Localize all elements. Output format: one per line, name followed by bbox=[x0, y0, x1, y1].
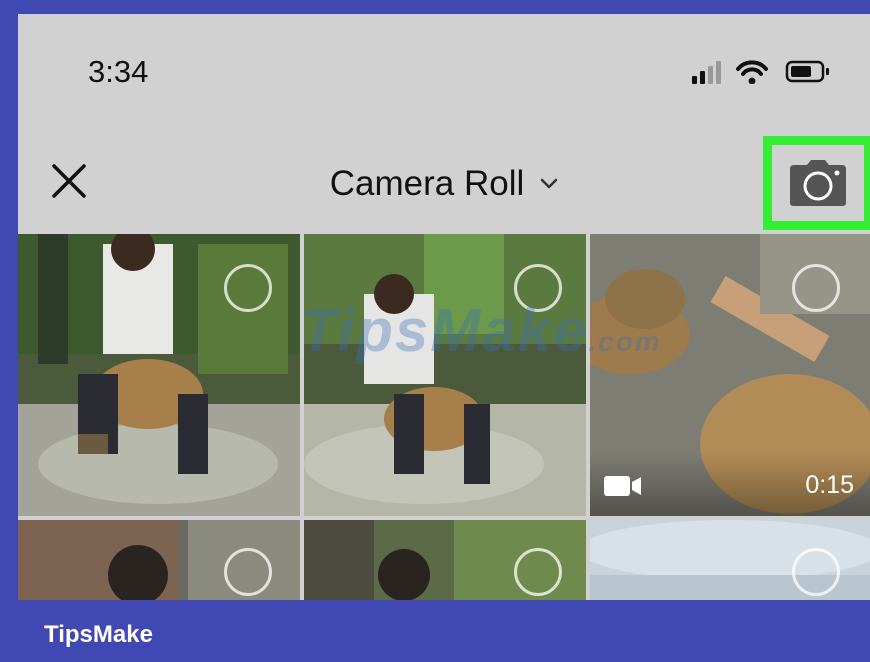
video-duration: 0:15 bbox=[805, 471, 854, 499]
grid-item-photo[interactable] bbox=[590, 520, 870, 600]
grid-item-photo[interactable] bbox=[304, 234, 586, 516]
select-circle[interactable] bbox=[792, 548, 840, 596]
select-circle[interactable] bbox=[224, 264, 272, 312]
grid-item-photo[interactable] bbox=[304, 520, 586, 600]
chevron-down-icon bbox=[541, 178, 558, 189]
grid-item-photo[interactable] bbox=[18, 234, 300, 516]
title-area: Camera Roll bbox=[18, 164, 870, 204]
video-camera-icon bbox=[604, 476, 641, 496]
grid-item-photo[interactable] bbox=[18, 520, 300, 600]
select-circle[interactable] bbox=[792, 264, 840, 312]
watermark: TipsMake.com bbox=[300, 297, 662, 364]
status-time: 3:34 bbox=[88, 54, 149, 89]
top-nav-bar: Camera Roll bbox=[18, 134, 870, 232]
brand-label: TipsMake bbox=[44, 621, 153, 648]
battery-icon bbox=[785, 60, 829, 83]
cellular-signal-icon bbox=[692, 61, 721, 84]
photo-grid: 0:15 bbox=[18, 234, 870, 600]
camera-icon bbox=[790, 160, 846, 206]
album-selector[interactable]: Camera Roll bbox=[330, 164, 559, 204]
camera-button[interactable] bbox=[772, 145, 864, 221]
select-circle[interactable] bbox=[514, 548, 562, 596]
grid-item-video[interactable]: 0:15 bbox=[590, 234, 870, 516]
footer-bar: TipsMake bbox=[0, 600, 870, 662]
select-circle[interactable] bbox=[224, 548, 272, 596]
album-title: Camera Roll bbox=[329, 164, 525, 203]
status-icons bbox=[692, 60, 829, 84]
wifi-icon bbox=[736, 60, 768, 84]
camera-button-highlight bbox=[763, 136, 870, 230]
